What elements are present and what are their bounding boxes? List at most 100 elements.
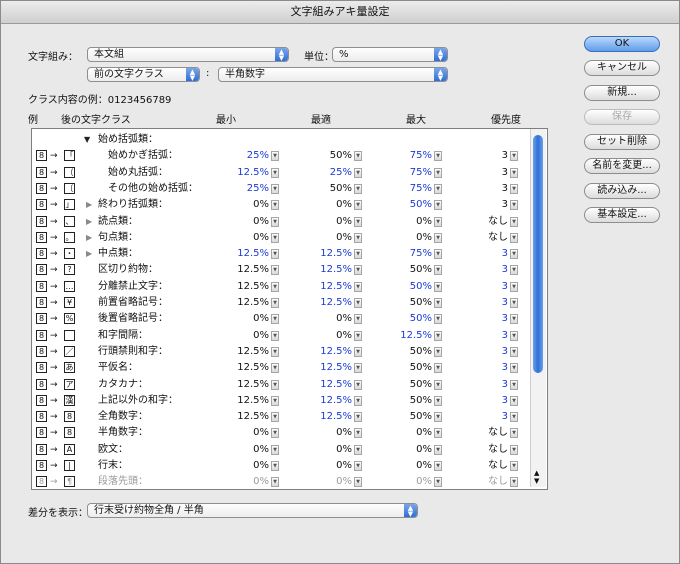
dropdown-arrow-icon[interactable]: ▼ [510,314,518,325]
dropdown-arrow-icon[interactable]: ▼ [271,346,279,357]
dropdown-arrow-icon[interactable]: ▼ [271,379,279,390]
dropdown-arrow-icon[interactable]: ▼ [434,444,442,455]
table-row[interactable]: 8 → 「始めかぎ括弧： 25% ▼ 50% ▼ 75% ▼ 3 ▼ [32,148,532,164]
dropdown-arrow-icon[interactable]: ▼ [354,298,362,308]
table-row[interactable]: 8 →。 ▶ 句点類： 0% ▼ 0% ▼ 0% ▼ なし ▼ [32,230,532,246]
table-row[interactable]: 8 → 和字間隔： 0% ▼ 0% ▼ 12.5% ▼ 3 ▼ [32,328,532,344]
dropdown-arrow-icon[interactable]: ▼ [510,183,518,194]
min-value[interactable]: 25% [229,148,269,164]
unit-select[interactable]: % ▲ ▼ [332,47,448,62]
table-row[interactable]: 8 → | 行末： 0% ▼ 0% ▼ 0% ▼ なし ▼ [32,458,532,474]
ok-button[interactable]: OK [584,36,660,52]
min-value[interactable]: 0% [229,474,269,489]
priority-value[interactable]: 3 [468,246,508,262]
disclosure-closed-icon[interactable]: ▶ [86,214,92,230]
dropdown-arrow-icon[interactable]: ▼ [354,151,362,162]
table-row[interactable]: 8 →? 区切り約物： 12.5% ▼ 12.5% ▼ 50% ▼ 3 ▼ [32,262,532,278]
optimal-value[interactable]: 12.5% [312,393,352,409]
dropdown-arrow-icon[interactable]: ▼ [354,232,362,243]
scroll-up-icon[interactable]: ▲ [534,469,539,477]
min-value[interactable]: 25% [229,181,269,197]
max-value[interactable]: 0% [392,425,432,441]
save-button[interactable]: 保存 [584,109,660,125]
max-value[interactable]: 75% [392,165,432,181]
optimal-value[interactable]: 0% [312,458,352,474]
dropdown-arrow-icon[interactable]: ▼ [271,200,279,211]
optimal-value[interactable]: 25% [312,165,352,181]
min-value[interactable]: 12.5% [229,344,269,360]
dropdown-arrow-icon[interactable]: ▼ [510,281,518,292]
min-value[interactable]: 0% [229,458,269,474]
dropdown-arrow-icon[interactable]: ▼ [510,346,518,357]
min-value[interactable]: 0% [229,328,269,344]
dropdown-arrow-icon[interactable]: ▼ [354,330,362,341]
min-value[interactable]: 12.5% [229,409,269,425]
priority-value[interactable]: 3 [468,295,508,311]
delete-set-button[interactable]: セット削除 [584,134,660,150]
table-row[interactable]: 8 → ¶ 段落先頭： 0% ▼ 0% ▼ 0% ▼ なし ▼ [32,474,532,489]
optimal-value[interactable]: 0% [312,425,352,441]
disclosure-closed-icon[interactable]: ▶ [86,246,92,262]
priority-value[interactable]: なし [468,425,508,441]
dropdown-arrow-icon[interactable]: ▼ [354,167,362,178]
dropdown-arrow-icon[interactable]: ▼ [510,330,518,341]
dropdown-arrow-icon[interactable]: ▼ [354,265,362,276]
optimal-value[interactable]: 0% [312,214,352,230]
priority-value[interactable]: なし [468,214,508,230]
dropdown-arrow-icon[interactable]: ▼ [434,428,442,439]
min-value[interactable]: 12.5% [229,262,269,278]
dropdown-arrow-icon[interactable]: ▼ [434,395,442,406]
dropdown-arrow-icon[interactable]: ▼ [354,216,362,227]
max-value[interactable]: 0% [392,458,432,474]
max-value[interactable]: 50% [392,295,432,311]
dropdown-arrow-icon[interactable]: ▼ [271,314,279,325]
optimal-value[interactable]: 0% [312,230,352,246]
min-value[interactable]: 0% [229,214,269,230]
dropdown-arrow-icon[interactable]: ▼ [434,379,442,390]
max-value[interactable]: 50% [392,197,432,213]
dropdown-arrow-icon[interactable]: ▼ [510,216,518,227]
priority-value[interactable]: 3 [468,328,508,344]
max-value[interactable]: 75% [392,246,432,262]
optimal-value[interactable]: 0% [312,442,352,458]
dropdown-arrow-icon[interactable]: ▼ [434,232,442,243]
disclosure-closed-icon[interactable]: ▶ [86,230,92,246]
dropdown-arrow-icon[interactable]: ▼ [434,200,442,211]
dropdown-arrow-icon[interactable]: ▼ [354,379,362,390]
load-button[interactable]: 読み込み... [584,183,660,199]
priority-value[interactable]: 3 [468,311,508,327]
dropdown-arrow-icon[interactable]: ▼ [354,249,362,260]
min-value[interactable]: 0% [229,425,269,441]
disclosure-open-icon[interactable]: ▼ [84,132,90,148]
dropdown-arrow-icon[interactable]: ▼ [510,395,518,406]
priority-value[interactable]: なし [468,442,508,458]
dropdown-arrow-icon[interactable]: ▼ [354,314,362,325]
basic-settings-button[interactable]: 基本設定... [584,207,660,223]
priority-value[interactable]: 3 [468,181,508,197]
table-row[interactable]: 8 → アカタカナ： 12.5% ▼ 12.5% ▼ 50% ▼ 3 ▼ [32,377,532,393]
dropdown-arrow-icon[interactable]: ▼ [354,200,362,211]
dropdown-arrow-icon[interactable]: ▼ [510,232,518,243]
priority-value[interactable]: 3 [468,279,508,295]
max-value[interactable]: 50% [392,360,432,376]
dropdown-arrow-icon[interactable]: ▼ [354,428,362,439]
max-value[interactable]: 0% [392,474,432,489]
diff-select[interactable]: 行末受け約物全角 / 半角 ▲ ▼ [87,503,418,518]
dropdown-arrow-icon[interactable]: ▼ [510,200,518,211]
max-value[interactable]: 50% [392,409,432,425]
dropdown-arrow-icon[interactable]: ▼ [271,151,279,162]
dropdown-arrow-icon[interactable]: ▼ [271,298,279,308]
min-value[interactable]: 12.5% [229,393,269,409]
max-value[interactable]: 50% [392,279,432,295]
priority-value[interactable]: 3 [468,377,508,393]
max-value[interactable]: 50% [392,377,432,393]
optimal-value[interactable]: 12.5% [312,295,352,311]
optimal-value[interactable]: 12.5% [312,344,352,360]
vertical-scrollbar[interactable]: ▲ ▼ [530,129,546,487]
table-row[interactable]: 8 → 漢上記以外の和字： 12.5% ▼ 12.5% ▼ 50% ▼ 3 ▼ [32,393,532,409]
min-value[interactable]: 0% [229,230,269,246]
dropdown-arrow-icon[interactable]: ▼ [434,151,442,162]
dropdown-arrow-icon[interactable]: ▼ [434,346,442,357]
optimal-value[interactable]: 12.5% [312,377,352,393]
dropdown-arrow-icon[interactable]: ▼ [510,428,518,439]
